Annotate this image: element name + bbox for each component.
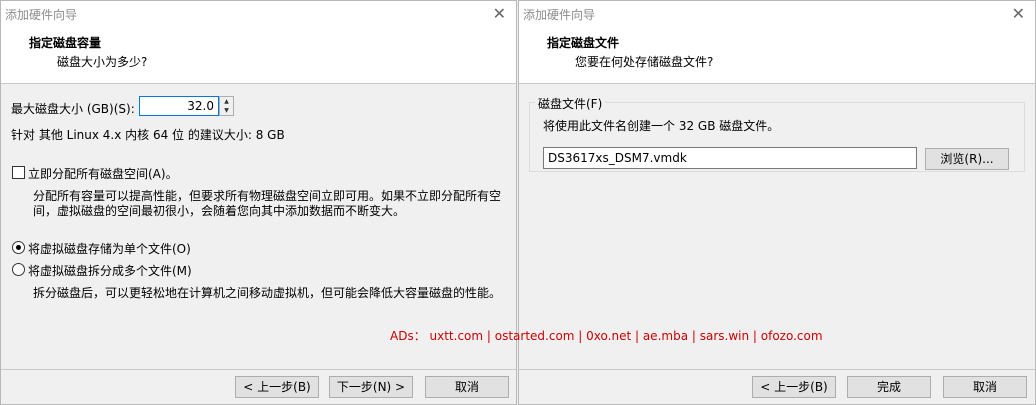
recommended-size-text: 针对 其他 Linux 4.x 内核 64 位 的建议大小: 8 GB xyxy=(11,128,285,142)
back-button[interactable]: < 上一步(B) xyxy=(752,376,836,398)
page-title: 指定磁盘容量 xyxy=(29,36,102,50)
page-subtitle: 磁盘大小为多少? xyxy=(57,55,148,69)
cancel-button[interactable]: 取消 xyxy=(943,376,1027,398)
wizard-footer: < 上一步(B) 完成 取消 xyxy=(519,369,1035,404)
ads-watermark: ADs： uxtt.com | ostarted.com | 0xo.net |… xyxy=(390,329,823,343)
single-file-label[interactable]: 将虚拟磁盘存储为单个文件(O) xyxy=(28,240,191,257)
multi-file-radio[interactable] xyxy=(12,263,25,276)
page-title: 指定磁盘文件 xyxy=(547,36,620,50)
max-size-input[interactable]: 32.0 xyxy=(139,96,219,116)
page-subtitle: 您要在何处存储磁盘文件? xyxy=(575,55,714,69)
disk-file-input[interactable]: DS3617xs_DSM7.vmdk xyxy=(543,147,917,169)
disk-capacity-dialog: 添加硬件向导 ✕ 指定磁盘容量 磁盘大小为多少? 最大磁盘大小 (GB)(S):… xyxy=(0,0,517,405)
multi-file-desc: 拆分磁盘后，可以更轻松地在计算机之间移动虚拟机，但可能会降低大容量磁盘的性能。 xyxy=(33,286,502,300)
allocate-now-label[interactable]: 立即分配所有磁盘空间(A)。 xyxy=(28,165,178,182)
max-size-label: 最大磁盘大小 (GB)(S): xyxy=(11,102,135,116)
cancel-button[interactable]: 取消 xyxy=(425,376,509,398)
wizard-header: 指定磁盘文件 您要在何处存储磁盘文件? xyxy=(519,27,1035,84)
finish-button[interactable]: 完成 xyxy=(847,376,931,398)
title-bar: 添加硬件向导 ✕ xyxy=(519,1,1035,27)
disk-file-desc: 将使用此文件名创建一个 32 GB 磁盘文件。 xyxy=(543,119,780,133)
close-icon[interactable]: ✕ xyxy=(493,4,506,23)
spin-up-icon[interactable]: ▲ xyxy=(220,97,233,106)
close-icon[interactable]: ✕ xyxy=(1012,4,1025,23)
browse-button[interactable]: 浏览(R)... xyxy=(925,148,1009,170)
single-file-radio[interactable] xyxy=(12,241,25,254)
wizard-header: 指定磁盘容量 磁盘大小为多少? xyxy=(1,27,516,84)
next-button[interactable]: 下一步(N) > xyxy=(329,376,413,398)
disk-file-dialog: 添加硬件向导 ✕ 指定磁盘文件 您要在何处存储磁盘文件? 磁盘文件(F) 将使用… xyxy=(518,0,1036,405)
window-title: 添加硬件向导 xyxy=(523,8,596,22)
disk-file-group-label: 磁盘文件(F) xyxy=(535,95,606,112)
window-title: 添加硬件向导 xyxy=(5,8,78,22)
back-button[interactable]: < 上一步(B) xyxy=(235,376,319,398)
multi-file-label[interactable]: 将虚拟磁盘拆分成多个文件(M) xyxy=(28,262,192,279)
wizard-footer: < 上一步(B) 下一步(N) > 取消 xyxy=(1,369,516,404)
size-spinner[interactable]: ▲ ▼ xyxy=(219,96,234,116)
spin-down-icon[interactable]: ▼ xyxy=(220,106,233,115)
allocate-now-checkbox[interactable] xyxy=(12,166,25,179)
title-bar: 添加硬件向导 ✕ xyxy=(1,1,516,27)
allocate-desc-line2: 间，虚拟磁盘的空间最初很小，会随着您向其中添加数据而不断变大。 xyxy=(33,204,406,218)
